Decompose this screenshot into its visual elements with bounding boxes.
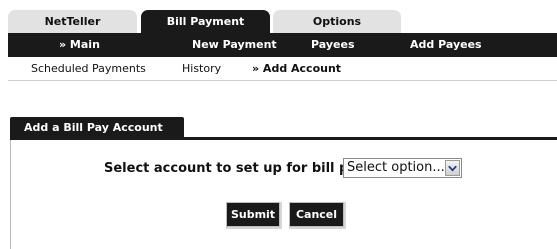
add-account-panel — [10, 140, 557, 249]
sub-nav-bar: Scheduled Payments History » Add Account — [8, 57, 557, 81]
subnav-history[interactable]: History — [182, 57, 221, 80]
panel-title: Add a Bill Pay Account — [24, 121, 163, 134]
tab-netteller-label: NetTeller — [44, 15, 101, 28]
cancel-button[interactable]: Cancel — [290, 203, 343, 226]
tab-options-label: Options — [312, 15, 362, 28]
nav-item-payees[interactable]: Payees — [311, 33, 355, 57]
tab-netteller[interactable]: NetTeller — [8, 10, 137, 33]
subnav-add-account[interactable]: » Add Account — [252, 57, 341, 80]
main-nav-bar: » Main New Payment Payees Add Payees — [8, 33, 557, 57]
nav-item-add-payees[interactable]: Add Payees — [410, 33, 482, 57]
submit-button[interactable]: Submit — [227, 203, 279, 226]
account-select[interactable]: Select option... — [343, 158, 462, 178]
tab-bill-payment[interactable]: Bill Payment — [141, 10, 270, 33]
chevron-down-icon[interactable] — [445, 160, 460, 176]
submit-button-label: Submit — [230, 208, 276, 221]
subnav-scheduled-payments[interactable]: Scheduled Payments — [31, 57, 146, 80]
nav-item-main[interactable]: » Main — [59, 33, 100, 57]
chevron-down-glyph — [448, 165, 457, 172]
tab-options[interactable]: Options — [273, 10, 401, 33]
panel-title-tab: Add a Bill Pay Account — [10, 117, 184, 138]
tab-bill-payment-label: Bill Payment — [166, 15, 245, 28]
account-select-label: Select account to set up for bill pay: — [104, 161, 371, 176]
nav-item-new-payment[interactable]: New Payment — [192, 33, 277, 57]
account-select-value: Select option... — [347, 160, 445, 175]
cancel-button-label: Cancel — [295, 208, 338, 221]
